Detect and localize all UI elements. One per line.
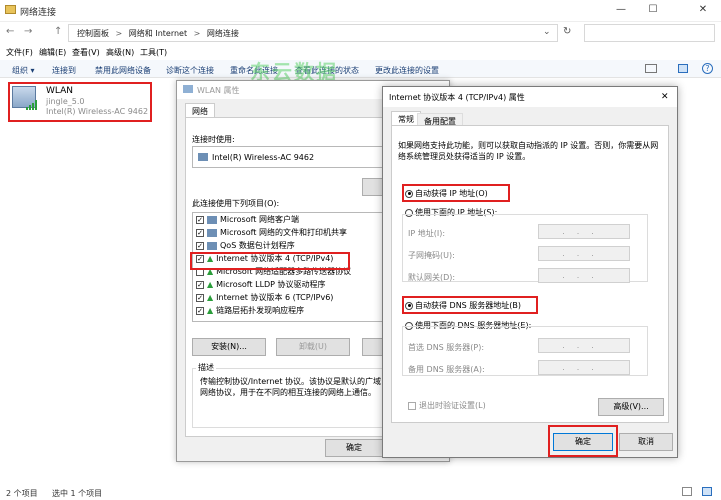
refresh-icon[interactable]: ↻ (563, 26, 571, 37)
advanced-button[interactable]: 高级(V)... (598, 398, 664, 416)
network-folder-icon (5, 5, 16, 14)
install-button[interactable]: 安装(N)... (192, 338, 266, 356)
network-icon (183, 85, 193, 93)
auto-ip-radio[interactable]: 自动获得 IP 地址(O) (405, 188, 488, 199)
large-icons-view-icon[interactable] (702, 487, 712, 496)
view-options-icon[interactable] (645, 64, 657, 73)
close-icon[interactable]: ✕ (661, 92, 669, 102)
details-view-icon[interactable] (682, 487, 692, 496)
ipv4-cancel-button[interactable]: 取消 (619, 433, 673, 451)
radio-selected[interactable] (405, 189, 413, 198)
checkbox[interactable]: ✓ (196, 215, 204, 224)
preferred-dns-field[interactable]: ... (538, 338, 630, 353)
ip-address-label: IP 地址(I): (408, 229, 446, 238)
radio-selected[interactable] (405, 301, 413, 310)
dialog-title: Internet 协议版本 4 (TCP/IPv4) 属性 (383, 87, 677, 107)
connect-to-button[interactable]: 连接到 (52, 65, 76, 76)
description-text: 传输控制协议/Internet 协议。该协议是默认的广域网络协议，用于在不同的相… (200, 377, 382, 397)
alternate-dns-label: 备用 DNS 服务器(A): (408, 365, 485, 374)
status-item-count: 2 个项目 (6, 489, 38, 498)
status-selected-count: 选中 1 个项目 (52, 489, 103, 498)
connect-using-label: 连接时使用: (192, 135, 235, 144)
checkbox[interactable]: ✓ (196, 293, 204, 302)
window-title: 网络连接 (20, 8, 57, 18)
checkbox[interactable]: ✓ (196, 306, 204, 315)
items-label: 此连接使用下列项目(O): (192, 199, 280, 208)
organize-button[interactable]: 组织 ▾ (12, 65, 35, 76)
adapter-network: jingle_5.0 (46, 97, 85, 106)
back-icon[interactable]: ← (6, 26, 14, 37)
menu-file[interactable]: 文件(F) (6, 47, 33, 58)
client-icon (207, 215, 217, 224)
breadcrumb-control-panel[interactable]: 控制面板 (77, 29, 109, 38)
subnet-mask-field[interactable]: ... (538, 246, 630, 261)
address-dropdown-icon[interactable]: ⌄ (543, 27, 551, 37)
menu-tools[interactable]: 工具(T) (140, 47, 167, 58)
network-adapter-icon (198, 153, 208, 161)
protocol-icon: ▲ (207, 280, 214, 289)
search-input[interactable] (584, 24, 715, 42)
preferred-dns-label: 首选 DNS 服务器(P): (408, 343, 485, 352)
checkbox[interactable]: ✓ (196, 241, 204, 250)
wlan-ok-button[interactable]: 确定 (325, 439, 383, 457)
alternate-dns-field[interactable]: ... (538, 360, 630, 375)
menu-view[interactable]: 查看(V) (72, 47, 100, 58)
breadcrumb-network-connections[interactable]: 网络连接 (207, 29, 239, 38)
ipv4-properties-dialog: Internet 协议版本 4 (TCP/IPv4) 属性 ✕ 常规 备用配置 … (382, 86, 678, 458)
description-label: 描述 (196, 362, 216, 373)
diagnose-button[interactable]: 诊断这个连接 (166, 65, 214, 76)
menu-edit[interactable]: 编辑(E) (39, 47, 66, 58)
checkbox[interactable]: ✓ (196, 280, 204, 289)
forward-icon[interactable]: → (24, 26, 32, 37)
checkbox[interactable]: ✓ (196, 228, 204, 237)
auto-dns-radio[interactable]: 自动获得 DNS 服务器地址(B) (405, 300, 521, 311)
adapter-device: Intel(R) Wireless-AC 9462 (46, 107, 149, 116)
gateway-label: 默认网关(D): (408, 273, 456, 282)
subnet-mask-label: 子网掩码(U): (408, 251, 455, 260)
protocol-icon: ▲ (207, 306, 214, 315)
breadcrumb-network-internet[interactable]: 网络和 Internet (129, 29, 187, 38)
preview-pane-icon[interactable] (678, 64, 688, 73)
uninstall-button[interactable]: 卸载(U) (276, 338, 350, 356)
menu-advanced[interactable]: 高级(N) (106, 47, 134, 58)
general-tab-panel: 如果网络支持此功能，则可以获取自动指派的 IP 设置。否则，你需要从网络系统管理… (391, 125, 669, 423)
device-name: Intel(R) Wireless-AC 9462 (212, 153, 315, 162)
tab-network[interactable]: 网络 (185, 103, 215, 117)
minimize-button[interactable]: — (608, 2, 634, 18)
protocol-icon: ▲ (207, 293, 214, 302)
ip-address-field[interactable]: ... (538, 224, 630, 239)
maximize-button[interactable]: ☐ (640, 2, 666, 18)
ipv4-highlight (190, 252, 350, 270)
up-icon[interactable]: ↑ (54, 26, 62, 37)
intro-text: 如果网络支持此功能，则可以获取自动指派的 IP 设置。否则，你需要从网络系统管理… (398, 141, 659, 161)
disable-device-button[interactable]: 禁用此网络设备 (95, 65, 151, 76)
address-bar[interactable]: 控制面板 > 网络和 Internet > 网络连接 (68, 24, 558, 42)
breadcrumb-separator: > (115, 29, 123, 38)
qos-icon (207, 241, 217, 250)
breadcrumb-separator: > (193, 29, 201, 38)
change-settings-button[interactable]: 更改此连接的设置 (375, 65, 439, 76)
checkbox[interactable] (408, 401, 416, 410)
gateway-field[interactable]: ... (538, 268, 630, 283)
adapter-name: WLAN (46, 86, 74, 96)
validate-checkbox-row[interactable]: 退出时验证设置(L) (408, 400, 486, 411)
ipv4-ok-button[interactable]: 确定 (553, 433, 613, 451)
share-icon (207, 228, 217, 237)
close-button[interactable]: ✕ (690, 2, 716, 18)
wifi-signal-icon (26, 100, 37, 110)
help-icon[interactable]: ? (702, 63, 713, 74)
